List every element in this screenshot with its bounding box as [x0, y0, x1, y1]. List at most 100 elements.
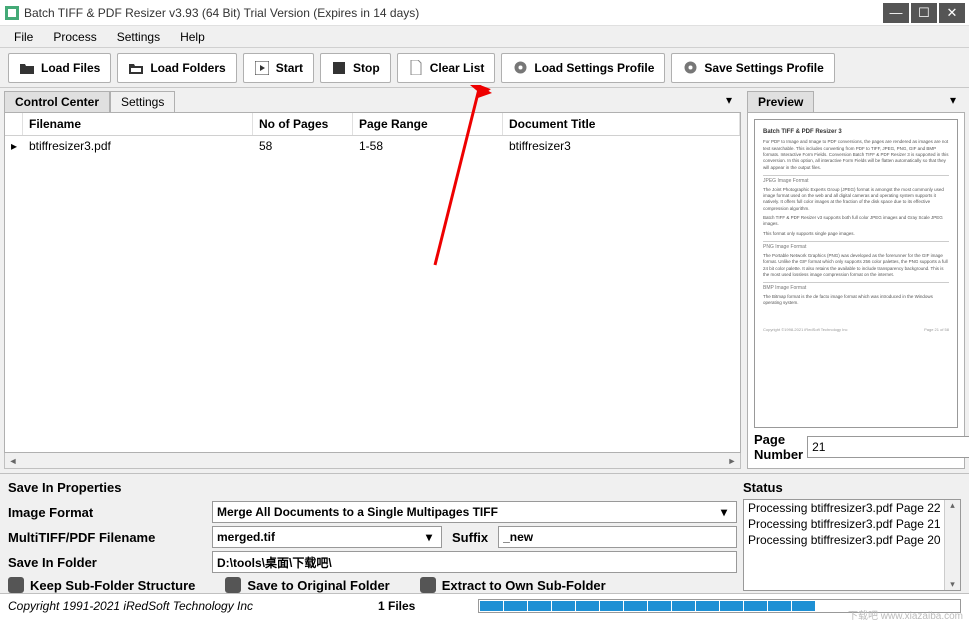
- cell-range: 1-58: [353, 136, 503, 156]
- chevron-down-icon: ▾: [716, 505, 732, 519]
- left-tabs: Control Center Settings ▾: [4, 90, 741, 112]
- col-marker: [5, 113, 23, 135]
- minimize-button[interactable]: —: [883, 3, 909, 23]
- bottom-panels: Save In Properties Image Format Merge Al…: [0, 473, 969, 593]
- cell-filename: btiffresizer3.pdf: [23, 136, 253, 156]
- scroll-right-icon[interactable]: ►: [724, 456, 740, 466]
- chk-extract-own[interactable]: Extract to Own Sub-Folder: [420, 577, 606, 593]
- page-number-label: Page Number: [754, 432, 803, 462]
- stop-button[interactable]: Stop: [320, 53, 391, 83]
- load-files-button[interactable]: Load Files: [8, 53, 111, 83]
- status-list[interactable]: Processing btiffresizer3.pdf Page 22 Pro…: [743, 499, 961, 591]
- menu-settings[interactable]: Settings: [107, 28, 170, 46]
- folder-icon: [128, 60, 144, 76]
- preview-intro: For PDF to Image and Image to PDF conver…: [763, 139, 949, 170]
- load-profile-label: Load Settings Profile: [534, 61, 654, 75]
- cell-title: btiffresizer3: [503, 136, 740, 156]
- multitiff-value: merged.tif: [217, 530, 275, 544]
- clear-list-button[interactable]: Clear List: [397, 53, 496, 83]
- load-folders-label: Load Folders: [150, 61, 225, 75]
- multitiff-label: MultiTIFF/PDF Filename: [8, 530, 208, 545]
- list-item: Processing btiffresizer3.pdf Page 22: [744, 500, 960, 516]
- scroll-down-icon[interactable]: ▾: [950, 579, 955, 590]
- gear-load-icon: [512, 60, 528, 76]
- table-row[interactable]: ▸ btiffresizer3.pdf 58 1-58 btiffresizer…: [5, 136, 740, 156]
- close-button[interactable]: ✕: [939, 3, 965, 23]
- preview-foot-left: Copyright ©1998-2021 iRedSoft Technology…: [763, 327, 847, 333]
- start-label: Start: [276, 61, 303, 75]
- preview-txt1b: Batch TIFF & PDF Resizer v3 supports bot…: [763, 215, 949, 228]
- save-profile-label: Save Settings Profile: [704, 61, 823, 75]
- gear-save-icon: [682, 60, 698, 76]
- preview-sec2: PNG Image Format: [763, 241, 949, 251]
- folder-open-icon: [19, 60, 35, 76]
- grid-hscroll[interactable]: ◄ ►: [4, 453, 741, 469]
- suffix-input[interactable]: [498, 526, 737, 548]
- col-range[interactable]: Page Range: [353, 113, 503, 135]
- stop-label: Stop: [353, 61, 380, 75]
- title-bar: Batch TIFF & PDF Resizer v3.93 (64 Bit) …: [0, 0, 969, 26]
- page-number-input[interactable]: [807, 436, 969, 458]
- tab-preview[interactable]: Preview: [747, 91, 814, 112]
- folder-label: Save In Folder: [8, 555, 208, 570]
- play-icon: [254, 60, 270, 76]
- list-item: Processing btiffresizer3.pdf Page 21: [744, 516, 960, 532]
- tab-dropdown-icon[interactable]: ▾: [721, 92, 737, 108]
- menu-file[interactable]: File: [4, 28, 43, 46]
- preview-tab-dropdown-icon[interactable]: ▾: [945, 92, 961, 108]
- menu-help[interactable]: Help: [170, 28, 215, 46]
- multitiff-combo[interactable]: merged.tif ▾: [212, 526, 442, 548]
- chevron-down-icon: ▾: [421, 530, 437, 544]
- watermark-text: 下载吧 www.xiazaiba.com: [848, 607, 963, 622]
- document-icon: [408, 60, 424, 76]
- status-heading: Status: [743, 480, 961, 495]
- preview-title: Batch TIFF & PDF Resizer 3: [763, 128, 949, 136]
- file-grid: Filename No of Pages Page Range Document…: [4, 112, 741, 453]
- menu-bar: File Process Settings Help: [0, 26, 969, 48]
- checkbox-icon: [225, 577, 241, 593]
- right-panel: Preview ▾ Batch TIFF & PDF Resizer 3 For…: [745, 88, 969, 473]
- status-bar: Copyright 1991-2021 iRedSoft Technology …: [0, 593, 969, 617]
- preview-txt1c: This format only supports single page im…: [763, 231, 949, 237]
- app-icon: [4, 5, 20, 21]
- page-number-row: Page Number: [754, 432, 958, 462]
- left-panel: Control Center Settings ▾ Filename No of…: [0, 88, 745, 473]
- load-profile-button[interactable]: Load Settings Profile: [501, 53, 665, 83]
- col-filename[interactable]: Filename: [23, 113, 253, 135]
- col-pages[interactable]: No of Pages: [253, 113, 353, 135]
- preview-txt1: The Joint Photographic Experts Group (JP…: [763, 187, 949, 212]
- suffix-label: Suffix: [446, 530, 494, 545]
- checkbox-icon: [420, 577, 436, 593]
- scroll-up-icon[interactable]: ▴: [950, 500, 955, 511]
- status-scrollbar[interactable]: ▴▾: [944, 500, 960, 590]
- status-panel: Status Processing btiffresizer3.pdf Page…: [737, 480, 961, 593]
- col-title[interactable]: Document Title: [503, 113, 740, 135]
- save-heading: Save In Properties: [8, 480, 737, 495]
- chk-save-original[interactable]: Save to Original Folder: [225, 577, 389, 593]
- folder-input[interactable]: [212, 551, 737, 573]
- preview-txt3: The Bitmap format is the de facto image …: [763, 294, 949, 307]
- preview-sec3: BMP Image Format: [763, 282, 949, 292]
- chk-keep-subfolder[interactable]: Keep Sub-Folder Structure: [8, 577, 195, 593]
- checkbox-icon: [8, 577, 24, 593]
- tab-settings[interactable]: Settings: [110, 91, 175, 112]
- start-button[interactable]: Start: [243, 53, 314, 83]
- stop-icon: [331, 60, 347, 76]
- save-profile-button[interactable]: Save Settings Profile: [671, 53, 834, 83]
- image-format-label: Image Format: [8, 505, 208, 520]
- preview-page: Batch TIFF & PDF Resizer 3 For PDF to Im…: [754, 119, 958, 428]
- file-count: 1 Files: [378, 599, 478, 613]
- scroll-left-icon[interactable]: ◄: [5, 456, 21, 466]
- save-in-properties: Save In Properties Image Format Merge Al…: [8, 480, 737, 593]
- clear-list-label: Clear List: [430, 61, 485, 75]
- list-item: Processing btiffresizer3.pdf Page 20: [744, 532, 960, 548]
- maximize-button[interactable]: ☐: [911, 3, 937, 23]
- row-marker-icon: ▸: [5, 136, 23, 156]
- tab-control-center[interactable]: Control Center: [4, 91, 110, 112]
- preview-box: Batch TIFF & PDF Resizer 3 For PDF to Im…: [747, 112, 965, 469]
- preview-foot-right: Page 21 of 58: [924, 327, 949, 333]
- image-format-combo[interactable]: Merge All Documents to a Single Multipag…: [212, 501, 737, 523]
- menu-process[interactable]: Process: [43, 28, 106, 46]
- window-title: Batch TIFF & PDF Resizer v3.93 (64 Bit) …: [24, 6, 881, 20]
- load-folders-button[interactable]: Load Folders: [117, 53, 236, 83]
